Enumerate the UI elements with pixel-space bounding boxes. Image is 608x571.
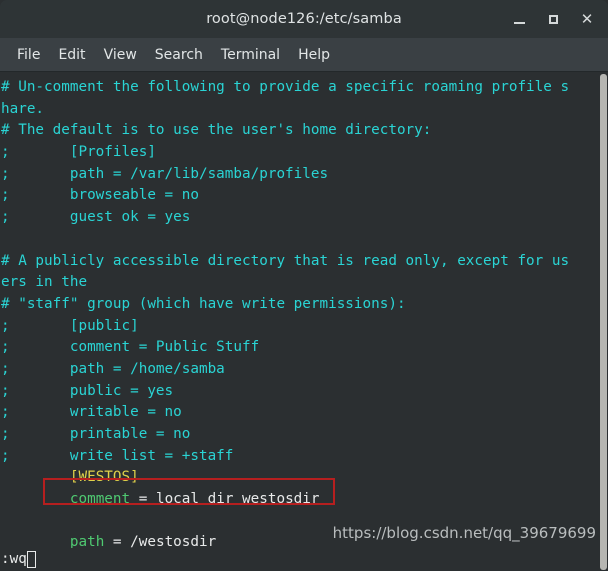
terminal-text-run: # The default is to use the user's home … [1,122,432,139]
terminal-line: ; path = /home/samba [1,359,608,381]
terminal-text-run: ; path = /home/samba [1,360,225,377]
vertical-scrollbar[interactable] [599,72,608,571]
terminal-text-run: = /westosdir [104,534,217,548]
watermark-text: https://blog.csdn.net/qq_39679699 [332,524,596,542]
terminal-window: root@node126:/etc/samba ✕ File Edit View… [0,0,608,571]
terminal-line: comment = local dir westosdir [1,489,608,511]
terminal-text-run: ; path = /var/lib/samba/profiles [1,165,329,182]
maximize-icon [548,14,558,24]
terminal-line: ; guest ok = yes [1,207,608,229]
terminal-line: ; printable = no [1,424,608,446]
terminal-text-run: ; browseable = no [1,187,199,204]
terminal-line: hare. [1,99,608,121]
vim-command-text: :wq [1,551,27,567]
text-cursor [26,551,36,568]
minimize-icon [513,21,525,24]
terminal-line: # A publicly accessible directory that i… [1,251,608,273]
terminal-line: ; [public] [1,316,608,338]
terminal-line: ; writable = no [1,402,608,424]
terminal-text-run: path [69,534,105,548]
terminal-text-run: # Un-comment the following to provide a … [1,79,570,95]
menu-search[interactable]: Search [146,44,212,66]
terminal-line: ; [Profiles] [1,142,608,164]
terminal-text-run: ; comment = Public Stuff [1,339,260,356]
vim-command-line[interactable]: :wq [0,548,608,571]
terminal-text-run: ers in the [1,274,88,291]
terminal-line: [WESTOS] [1,467,608,489]
terminal-line: # Un-comment the following to provide a … [1,77,608,99]
terminal-text-run: ; writable = no [1,404,182,421]
terminal-line: ; write list = +staff [1,446,608,468]
window-title: root@node126:/etc/samba [206,11,402,27]
terminal-text-run: ; printable = no [1,426,191,442]
minimize-button[interactable] [504,4,534,34]
window-titlebar[interactable]: root@node126:/etc/samba ✕ [0,0,608,38]
close-button[interactable]: ✕ [572,4,602,34]
terminal-text-run: ; [public] [1,317,139,334]
terminal-line: ; comment = Public Stuff [1,337,608,359]
menubar: File Edit View Search Terminal Help [0,38,608,72]
terminal-text-run [1,491,70,507]
editor-text-area[interactable]: # Un-comment the following to provide a … [0,72,608,548]
menu-help[interactable]: Help [289,44,339,66]
terminal-line: ; path = /var/lib/samba/profiles [1,164,608,186]
window-controls: ✕ [504,0,602,38]
scrollbar-thumb[interactable] [600,74,607,570]
terminal-text-run: ; [Profiles] [1,144,156,161]
close-icon: ✕ [580,9,594,28]
terminal-text-run [1,534,70,548]
menu-view[interactable]: View [95,44,146,66]
menu-edit[interactable]: Edit [49,44,94,66]
terminal-text-run: comment [69,491,131,508]
maximize-button[interactable] [538,4,568,34]
terminal-text-run: hare. [1,100,45,117]
terminal-text-run: [WESTOS] [69,469,139,486]
terminal-text-run: = local dir westosdir [130,491,320,508]
terminal-text-run: # "staff" group (which have write permis… [1,295,406,312]
terminal-text-run: # A publicly accessible directory that i… [1,252,570,269]
menu-file[interactable]: File [8,44,49,66]
terminal-text-run: ; write list = +staff [1,447,234,464]
menu-terminal[interactable]: Terminal [212,44,289,66]
terminal-text-run [1,469,70,485]
terminal-area[interactable]: # Un-comment the following to provide a … [0,72,608,571]
terminal-line: # "staff" group (which have write permis… [1,294,608,316]
terminal-text-run: ; public = yes [1,382,174,399]
terminal-line: ; browseable = no [1,185,608,207]
terminal-text-run: ; guest ok = yes [1,209,191,226]
terminal-line: ; public = yes [1,381,608,403]
terminal-line: ers in the [1,272,608,294]
terminal-line: # The default is to use the user's home … [1,120,608,142]
